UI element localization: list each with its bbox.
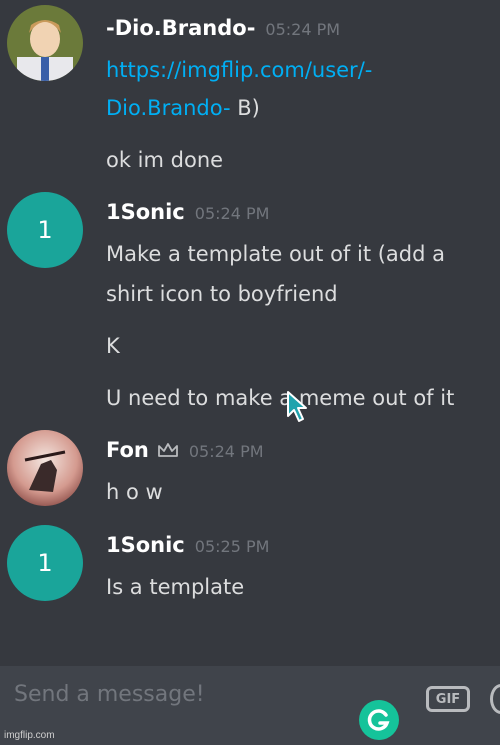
message-text: shirt icon to boyfriend <box>106 282 338 306</box>
grammarly-icon[interactable] <box>359 700 399 740</box>
gif-label: GIF <box>435 691 461 707</box>
message-text: K <box>106 334 120 358</box>
mouse-cursor-icon <box>286 390 310 428</box>
timestamp: 05:24 PM <box>265 20 341 39</box>
crown-icon <box>157 439 179 463</box>
avatar[interactable] <box>7 5 83 81</box>
watermark: imgflip.com <box>4 730 55 741</box>
author-name[interactable]: -Dio.Brando- <box>106 16 255 40</box>
message-link[interactable]: Dio.Brando- <box>106 96 231 120</box>
message-text: Make a template out of it (add a <box>106 242 446 266</box>
gif-button[interactable]: GIF <box>426 686 470 712</box>
message-text: ok im done <box>106 148 224 172</box>
message-author[interactable]: 1Sonic 05:24 PM <box>106 200 269 224</box>
user-avatar-image <box>7 5 83 81</box>
message-link[interactable]: https://imgflip.com/user/- <box>106 58 372 82</box>
avatar[interactable]: 1 <box>7 525 83 601</box>
user-avatar-image <box>7 430 83 506</box>
message-line: https://imgflip.com/user/- <box>106 58 372 82</box>
message-composer: Send a message! GIF <box>0 666 500 745</box>
message-author[interactable]: 1Sonic 05:25 PM <box>106 533 269 557</box>
message-text: Is a template <box>106 575 245 599</box>
message-line: Dio.Brando- B) <box>106 96 260 120</box>
message-text: B) <box>230 96 260 120</box>
avatar-initial: 1 <box>37 216 53 244</box>
message-input[interactable]: Send a message! <box>14 682 205 707</box>
avatar[interactable]: 1 <box>7 192 83 268</box>
message-author[interactable]: -Dio.Brando- 05:24 PM <box>106 16 340 40</box>
timestamp: 05:25 PM <box>194 537 270 556</box>
message-text: h o w <box>106 480 163 504</box>
timestamp: 05:24 PM <box>188 442 264 461</box>
author-name[interactable]: 1Sonic <box>106 533 185 557</box>
avatar-initial: 1 <box>37 549 53 577</box>
author-name[interactable]: Fon <box>106 438 149 462</box>
avatar[interactable] <box>7 430 83 506</box>
message-author[interactable]: Fon 05:24 PM <box>106 438 264 463</box>
message-text: U need to make a meme out of it <box>106 386 455 410</box>
emoji-button[interactable] <box>490 684 500 714</box>
timestamp: 05:24 PM <box>194 204 270 223</box>
author-name[interactable]: 1Sonic <box>106 200 185 224</box>
